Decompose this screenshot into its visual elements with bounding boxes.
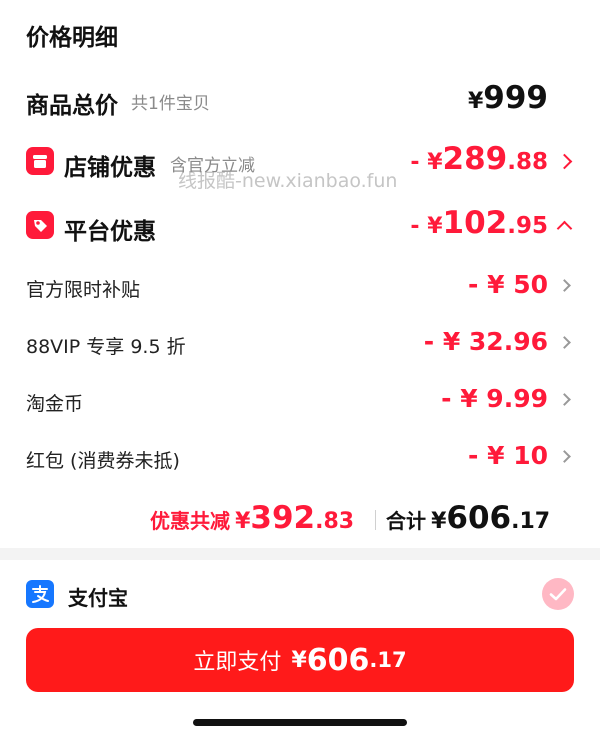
section-divider: [0, 548, 600, 560]
chevron-right-icon[interactable]: [558, 279, 571, 292]
page-title: 价格明细: [26, 25, 118, 51]
chevron-up-icon[interactable]: [556, 220, 573, 237]
goods-count: 共1件宝贝: [131, 94, 210, 114]
detail-amount-88vip[interactable]: - ¥ 32.96: [424, 327, 548, 356]
detail-amount-taojinbi[interactable]: - ¥ 9.99: [441, 384, 548, 413]
goods-total-amount: ¥999: [467, 80, 548, 116]
selected-check-icon[interactable]: [542, 578, 574, 610]
store-discount-label: 店铺优惠: [64, 155, 156, 181]
tag-icon: [26, 211, 54, 239]
chevron-right-icon[interactable]: [558, 336, 571, 349]
detail-label-88vip: 88VIP 专享 9.5 折: [26, 336, 186, 358]
home-indicator[interactable]: [193, 719, 407, 726]
chevron-right-icon[interactable]: [558, 450, 571, 463]
detail-amount-redpacket[interactable]: - ¥ 10: [468, 441, 548, 470]
pay-now-button[interactable]: 立即支付 ¥606.17: [26, 628, 574, 692]
platform-discount-amount[interactable]: - ¥102.95: [410, 205, 548, 241]
detail-amount-subsidy[interactable]: - ¥ 50: [468, 270, 548, 299]
platform-discount-label: 平台优惠: [64, 219, 156, 245]
store-discount-amount[interactable]: - ¥289.88: [410, 141, 548, 177]
grand-total: 合计 ¥606.17: [386, 500, 551, 536]
chevron-right-icon[interactable]: [556, 153, 573, 170]
watermark-text: 线报酷-new.xianbao.fun: [178, 170, 398, 192]
detail-label-subsidy: 官方限时补贴: [26, 279, 141, 301]
payment-method-label[interactable]: 支付宝: [68, 582, 128, 611]
summary-divider: [375, 510, 376, 530]
detail-label-redpacket: 红包 (消费券未抵): [26, 450, 180, 472]
chevron-right-icon[interactable]: [558, 393, 571, 406]
goods-total-label: 商品总价: [26, 93, 118, 119]
detail-label-taojinbi: 淘金币: [26, 393, 84, 415]
discount-summary: 优惠共减 ¥392.83: [150, 500, 355, 536]
alipay-icon: [26, 580, 54, 608]
store-icon: [26, 147, 54, 175]
